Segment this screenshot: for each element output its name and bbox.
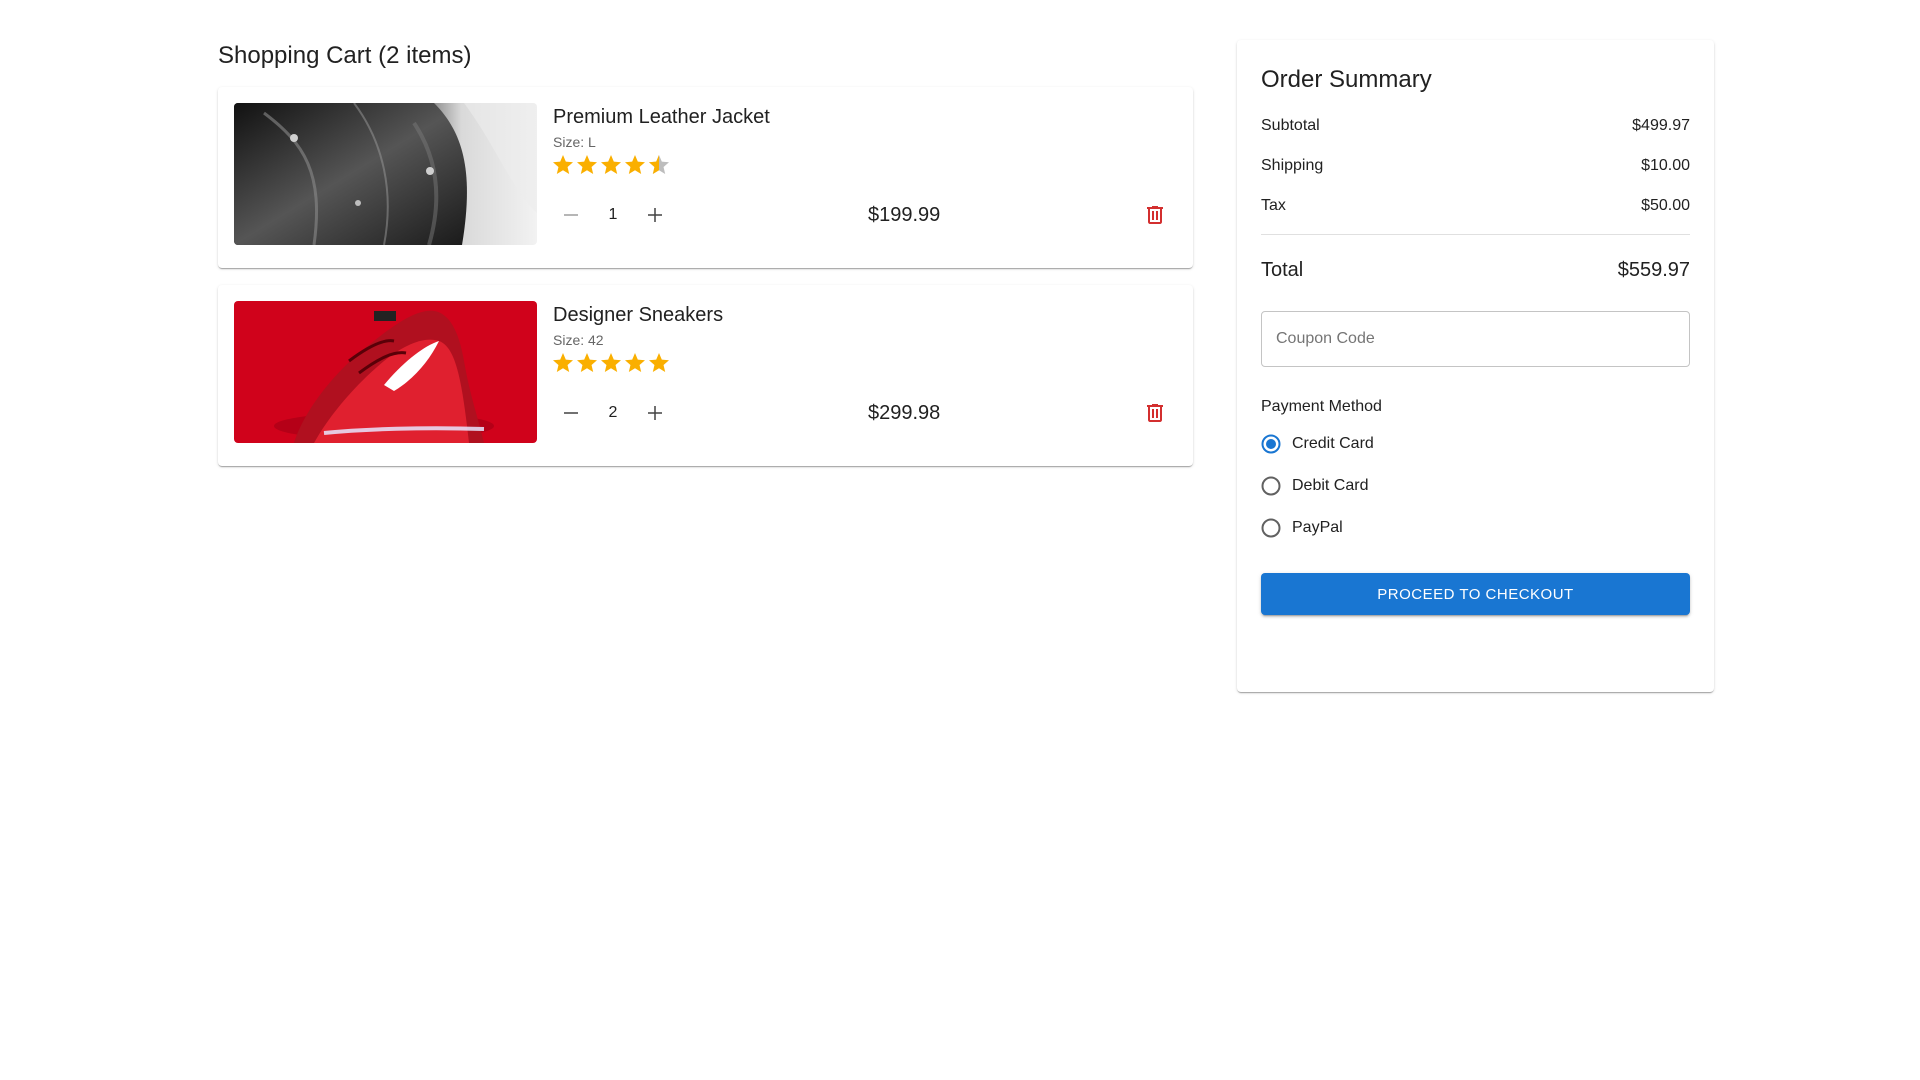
decrease-quantity-button[interactable] [553,197,589,233]
payment-option-label: Credit Card [1292,435,1374,452]
summary-title: Order Summary [1261,66,1432,93]
quantity-stepper: 2 [553,395,673,431]
total-row: Total $559.97 [1261,257,1690,283]
payment-option-debit-card[interactable]: Debit Card [1261,465,1690,507]
star-icon [601,155,621,174]
total-value: $559.97 [1617,259,1690,281]
increase-quantity-button[interactable] [637,395,673,431]
product-image-sneakers [234,301,537,443]
item-price: $299.98 [868,402,941,424]
star-half-icon [649,155,669,174]
shipping-value: $10.00 [1641,157,1690,174]
payment-option-label: PayPal [1292,519,1343,536]
cart-item: Designer Sneakers Size: 42 2 $299.98 [218,285,1193,466]
star-icon [577,353,597,372]
radio-unchecked-icon[interactable] [1261,476,1281,496]
star-icon [577,155,597,174]
cart-section: Shopping Cart (2 items) Premium Leather … [218,40,1193,483]
cart-title: Shopping Cart (2 items) [218,42,472,69]
quantity-value: 2 [608,404,618,421]
plus-icon [648,208,662,222]
shipping-row: Shipping $10.00 [1261,156,1690,176]
item-size: Size: L [553,134,596,150]
star-icon [553,155,573,174]
item-name: Premium Leather Jacket [553,106,770,128]
radio-unchecked-icon[interactable] [1261,518,1281,538]
cart-item: Premium Leather Jacket Size: L 1 $199.99 [218,87,1193,268]
minus-icon [564,214,578,216]
shipping-label: Shipping [1261,157,1324,174]
quantity-value: 1 [608,206,618,223]
delete-item-button[interactable] [1137,395,1173,431]
trash-icon [1147,206,1163,224]
rating-stars [551,153,671,177]
item-price: $199.99 [868,204,941,226]
star-icon [625,155,645,174]
cart-items: Premium Leather Jacket Size: L 1 $199.99… [218,87,1193,466]
tax-row: Tax $50.00 [1261,196,1690,216]
rating-stars [551,351,671,375]
item-size: Size: 42 [553,332,604,348]
star-icon [625,353,645,372]
star-icon [649,353,669,372]
summary-divider [1261,234,1690,235]
coupon-code-input[interactable] [1261,311,1690,367]
delete-item-button[interactable] [1137,197,1173,233]
payment-option-paypal[interactable]: PayPal [1261,507,1690,549]
trash-icon [1147,404,1163,422]
star-icon [601,353,621,372]
decrease-quantity-button[interactable] [553,395,589,431]
subtotal-value: $499.97 [1632,117,1690,134]
order-summary: Order Summary Subtotal $499.97 Shipping … [1237,40,1714,692]
quantity-stepper: 1 [553,197,673,233]
item-name: Designer Sneakers [553,304,724,326]
payment-option-label: Debit Card [1292,477,1369,494]
payment-method-label: Payment Method [1261,398,1382,415]
star-icon [553,353,573,372]
plus-icon [648,406,662,420]
page: Shopping Cart (2 items) Premium Leather … [0,0,1920,1080]
proceed-to-checkout-button[interactable]: PROCEED TO CHECKOUT [1261,573,1690,615]
product-image-leather-jacket [234,103,537,245]
subtotal-row: Subtotal $499.97 [1261,116,1690,136]
subtotal-label: Subtotal [1261,117,1320,134]
payment-method-group: Credit Card Debit Card PayPal [1261,423,1690,549]
increase-quantity-button[interactable] [637,197,673,233]
total-label: Total [1261,259,1304,281]
radio-checked-icon[interactable] [1261,434,1281,454]
payment-option-credit-card[interactable]: Credit Card [1261,423,1690,465]
tax-label: Tax [1261,197,1286,214]
minus-icon [564,412,578,414]
tax-value: $50.00 [1641,197,1690,214]
